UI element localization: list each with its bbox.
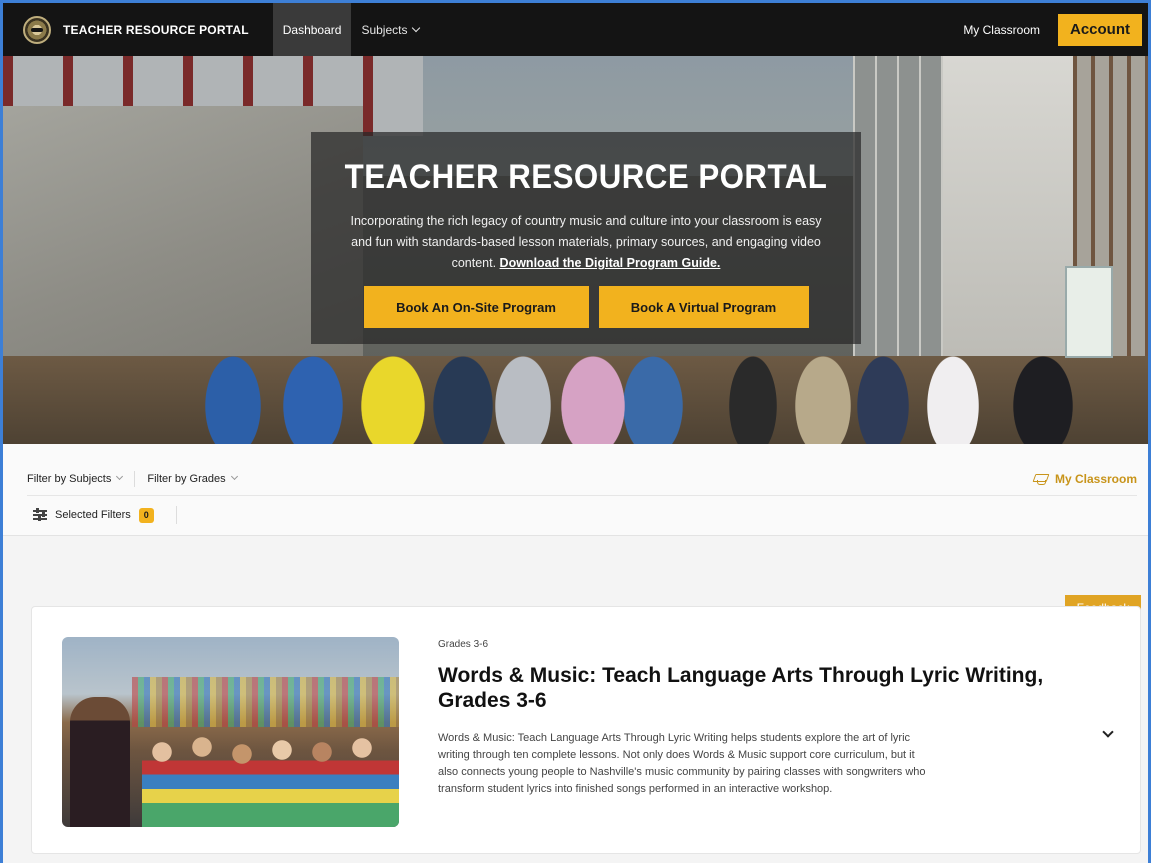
nav-dashboard-label: Dashboard [282, 22, 342, 37]
hero-photo-building [943, 56, 1073, 356]
my-classroom-link[interactable]: My Classroom [1033, 472, 1137, 492]
sliders-icon [33, 508, 47, 521]
filter-subjects-label: Filter by Subjects [27, 472, 112, 485]
program-description: Words & Music: Teach Language Arts Throu… [438, 732, 926, 795]
selected-filters-label: Selected Filters [55, 509, 131, 521]
image-students [142, 732, 399, 827]
expand-card-button[interactable] [1098, 725, 1118, 745]
account-button[interactable]: Account [1058, 13, 1142, 46]
chevron-down-icon [230, 472, 238, 481]
hero-description: Incorporating the rich legacy of country… [341, 211, 831, 274]
brand-name: TEACHER RESOURCE PORTAL [63, 22, 249, 37]
top-nav: TEACHER RESOURCE PORTAL Dashboard Subjec… [3, 0, 1148, 56]
selected-filters[interactable]: Selected Filters 0 [33, 506, 177, 524]
nav-subjects[interactable]: Subjects [351, 3, 429, 56]
book-onsite-button[interactable]: Book An On-Site Program [363, 286, 589, 328]
image-performer [70, 697, 130, 827]
program-title[interactable]: Words & Music: Teach Language Arts Throu… [438, 663, 1078, 713]
logo-icon [23, 15, 51, 44]
filter-divider [175, 506, 177, 524]
hero-buttons: Book An On-Site Program Book A Virtual P… [311, 286, 861, 328]
my-classroom-label: My Classroom [1054, 471, 1137, 486]
book-virtual-button[interactable]: Book A Virtual Program [598, 286, 809, 328]
filter-row: Filter by Subjects Filter by Grades My C… [27, 468, 1137, 496]
graduation-cap-icon [1033, 473, 1049, 485]
nav-dashboard[interactable]: Dashboard [272, 3, 352, 56]
chevron-down-icon [116, 472, 124, 481]
hero-overlay: TEACHER RESOURCE PORTAL Incorporating th… [311, 132, 861, 344]
nav-right: My Classroom Account [963, 13, 1142, 46]
main-nav: Dashboard Subjects [272, 3, 430, 56]
hero-photo-sign [1065, 266, 1113, 358]
hero-banner: TEACHER RESOURCE PORTAL Incorporating th… [3, 56, 1148, 444]
program-image [62, 637, 399, 827]
filter-divider [134, 470, 136, 487]
hero-photo-students [193, 346, 1093, 444]
filter-grades-label: Filter by Grades [147, 472, 226, 485]
image-bookshelves [132, 677, 399, 727]
hero-title: TEACHER RESOURCE PORTAL [344, 158, 828, 196]
chevron-down-icon [1102, 726, 1114, 738]
program-card: Grades 3-6 Words & Music: Teach Language… [31, 606, 1141, 854]
program-guide-link[interactable]: Download the Digital Program Guide. [500, 256, 721, 270]
filter-subjects-dropdown[interactable]: Filter by Subjects [27, 472, 124, 491]
filter-grades-dropdown[interactable]: Filter by Grades [147, 472, 238, 491]
chevron-down-icon [412, 23, 421, 32]
filter-bar: Filter by Subjects Filter by Grades My C… [3, 444, 1148, 536]
nav-my-classroom[interactable]: My Classroom [963, 23, 1040, 37]
selected-filters-count: 0 [138, 507, 154, 523]
brand-link[interactable]: TEACHER RESOURCE PORTAL [23, 15, 249, 44]
nav-subjects-label: Subjects [361, 22, 408, 37]
program-grade-tag: Grades 3-6 [438, 639, 489, 650]
